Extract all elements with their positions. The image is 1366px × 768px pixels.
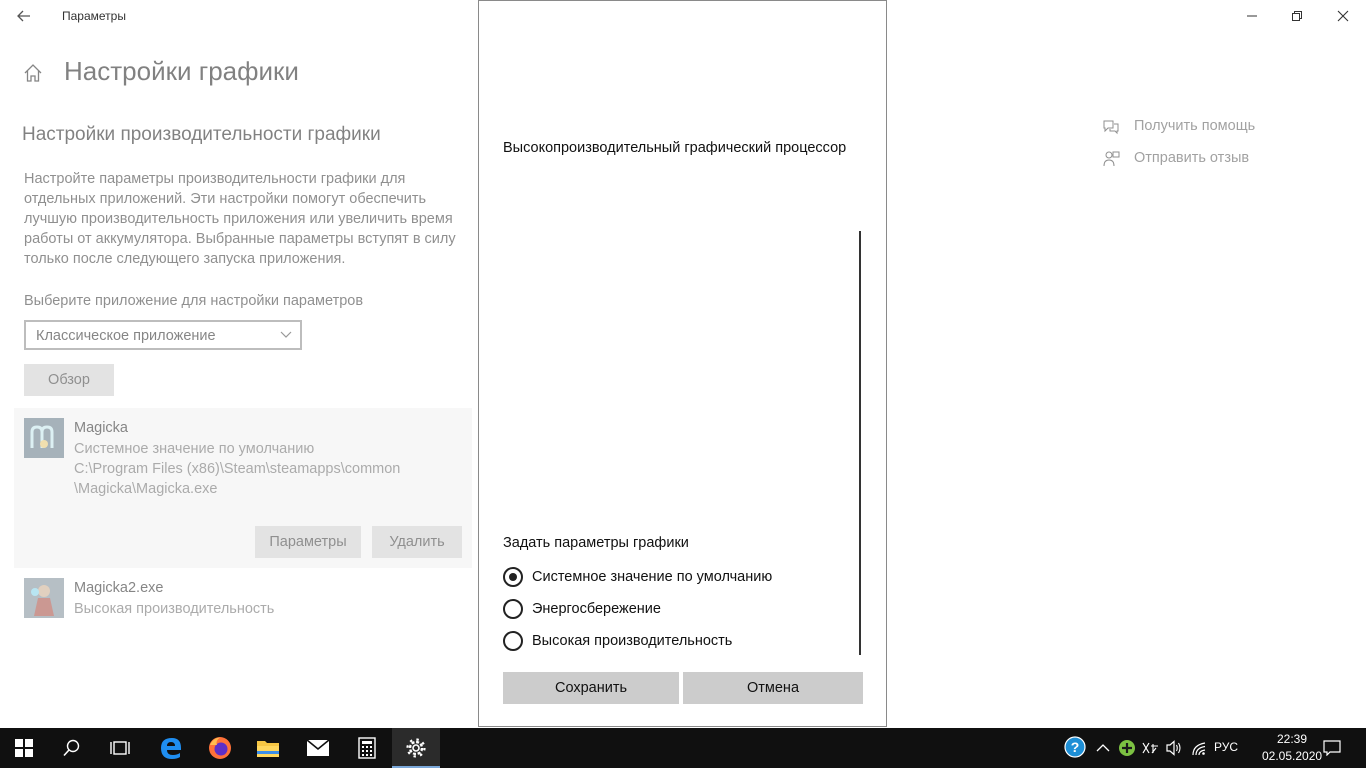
task-view-button[interactable] — [96, 728, 144, 768]
search-icon — [63, 739, 80, 757]
description-line: лучшую производительность приложения или… — [24, 211, 453, 227]
page-title: Настройки графики — [64, 56, 299, 86]
minimize-icon — [1247, 15, 1257, 17]
network-button[interactable] — [1191, 738, 1209, 758]
get-help-link[interactable]: Получить помощь — [1134, 118, 1255, 134]
radio-label: Высокая производительность — [532, 633, 733, 649]
radio-system-default[interactable]: Системное значение по умолчанию — [503, 566, 772, 588]
gpu-name: Высокопроизводительный графический проце… — [503, 140, 847, 156]
dropdown-value: Классическое приложение — [36, 328, 216, 344]
chevron-up-icon — [1096, 744, 1110, 752]
magicka2-app-icon — [24, 578, 64, 618]
window-title: Параметры — [62, 9, 126, 23]
edge-icon — [161, 738, 181, 759]
radio-button[interactable] — [503, 631, 523, 651]
graphics-options-label: Задать параметры графики — [503, 535, 689, 551]
app-path: C:\Program Files (x86)\Steam\steamapps\c… — [74, 461, 401, 477]
restore-button[interactable] — [1274, 0, 1320, 32]
action-center-button[interactable] — [1323, 738, 1341, 758]
magicka-app-icon — [24, 418, 64, 458]
app-name: Magicka2.exe — [74, 580, 164, 596]
radio-label: Системное значение по умолчанию — [532, 569, 773, 585]
radio-button-checked[interactable] — [503, 567, 523, 587]
help-tray-icon[interactable]: ? — [1064, 736, 1086, 758]
radio-high-performance[interactable]: Высокая производительность — [503, 630, 732, 652]
dialog-scrollbar[interactable] — [859, 231, 861, 655]
start-button[interactable] — [0, 728, 48, 768]
description-line: работы от аккумулятора. Выбранные параме… — [24, 231, 456, 247]
radio-button[interactable] — [503, 599, 523, 619]
get-help-icon — [1103, 120, 1119, 135]
firefox-button[interactable] — [196, 728, 244, 768]
svg-text:?: ? — [1071, 739, 1080, 755]
graphics-options-dialog: Высокопроизводительный графический проце… — [478, 0, 887, 727]
notification-icon — [1323, 740, 1341, 756]
show-hidden-icons-button[interactable] — [1096, 738, 1110, 758]
home-icon[interactable] — [22, 62, 44, 84]
settings-taskbar-button[interactable] — [392, 728, 440, 768]
input-indicator[interactable] — [1141, 738, 1159, 758]
restore-icon — [1292, 11, 1302, 21]
app-name: Magicka — [74, 420, 128, 436]
close-icon — [1337, 10, 1349, 22]
app-remove-button[interactable]: Удалить — [372, 526, 462, 558]
app-mode: Высокая производительность — [74, 601, 275, 617]
cancel-button[interactable]: Отмена — [683, 672, 863, 704]
back-button[interactable] — [10, 4, 38, 28]
calculator-button[interactable] — [343, 728, 391, 768]
save-button[interactable]: Сохранить — [503, 672, 679, 704]
file-explorer-button[interactable] — [244, 728, 292, 768]
app-type-dropdown[interactable]: Классическое приложение — [24, 320, 302, 350]
language-indicator[interactable]: РУС — [1214, 740, 1238, 754]
section-title: Настройки производительности графики — [22, 124, 381, 145]
app-path: \Magicka\Magicka.exe — [74, 481, 218, 497]
clock-date: 02.05.2020 — [1262, 749, 1323, 763]
radio-label: Энергосбережение — [532, 601, 661, 617]
calculator-icon — [358, 737, 376, 759]
clock-time: 22:39 — [1276, 732, 1308, 746]
app-options-button[interactable]: Параметры — [255, 526, 361, 558]
search-button[interactable] — [48, 728, 96, 768]
wifi-icon — [1192, 742, 1206, 756]
volume-icon — [1166, 740, 1181, 756]
app-tray-icon[interactable] — [1118, 738, 1136, 758]
description: Настройте параметры производительности г… — [24, 169, 474, 269]
select-app-label: Выберите приложение для настройки параме… — [24, 293, 364, 309]
send-feedback-link[interactable]: Отправить отзыв — [1134, 150, 1249, 166]
back-arrow-icon — [17, 10, 30, 22]
feedback-icon — [1103, 151, 1120, 167]
windows-start-icon — [15, 739, 33, 757]
close-button[interactable] — [1320, 0, 1366, 32]
file-explorer-icon — [257, 741, 279, 757]
description-line: Настройте параметры производительности г… — [24, 171, 406, 187]
edge-button[interactable] — [147, 728, 195, 768]
chevron-down-icon — [280, 331, 292, 338]
mail-button[interactable] — [294, 728, 342, 768]
settings-icon — [406, 738, 426, 758]
minimize-button[interactable] — [1229, 0, 1275, 32]
plus-badge-icon — [1119, 740, 1135, 756]
task-view-icon — [110, 741, 130, 755]
volume-button[interactable] — [1165, 738, 1183, 758]
keyboard-layout-icon — [1142, 742, 1158, 754]
app-mode: Системное значение по умолчанию — [74, 441, 315, 457]
help-icon: ? — [1064, 736, 1086, 758]
browse-button[interactable]: Обзор — [24, 364, 114, 396]
mail-icon — [306, 739, 330, 756]
firefox-icon — [209, 737, 231, 759]
description-line: отдельных приложений. Эти настройки помо… — [24, 191, 427, 207]
taskbar: ? РУС 22:39 02.05.2020 — [0, 728, 1366, 768]
description-line: только после следующего запуска приложен… — [24, 251, 346, 267]
clock[interactable]: 22:39 02.05.2020 — [1262, 731, 1322, 765]
radio-power-saving[interactable]: Энергосбережение — [503, 598, 661, 620]
